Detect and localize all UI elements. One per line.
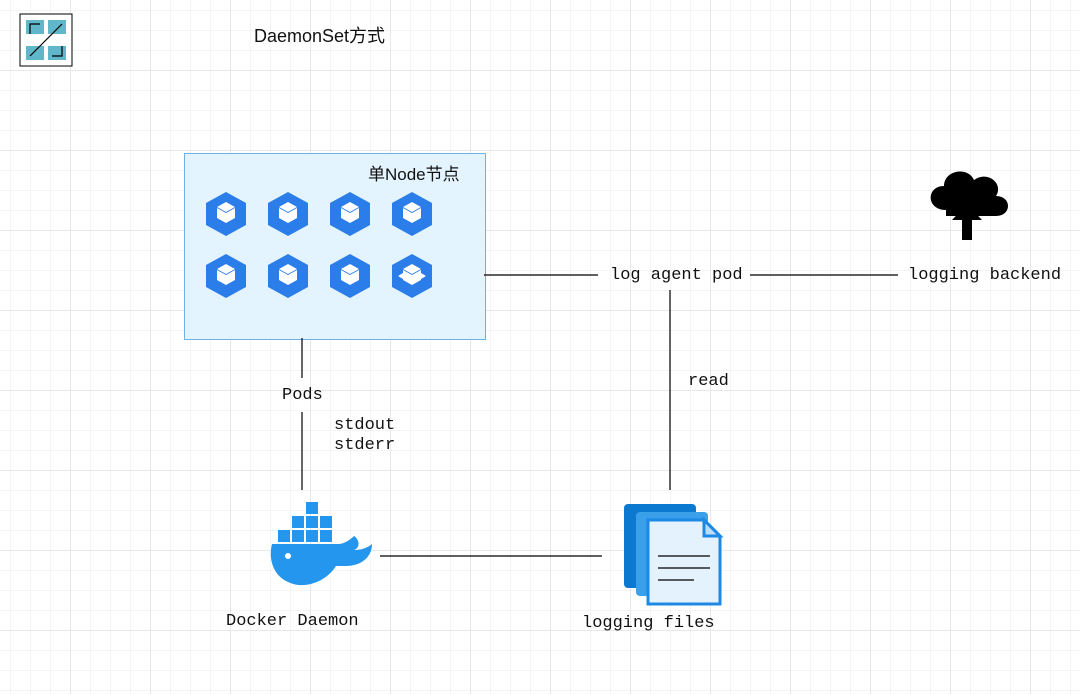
- arrows-layer: [0, 0, 1080, 694]
- logging-backend-label: logging backend: [908, 266, 1061, 285]
- read-label: read: [688, 372, 729, 391]
- logging-files-label: logging files: [582, 614, 715, 633]
- docker-daemon-label: Docker Daemon: [226, 612, 359, 631]
- log-agent-pod-label: log agent pod: [610, 266, 743, 285]
- node-box-label: 单Node节点: [368, 160, 460, 185]
- stdout-label: stdout: [334, 416, 395, 435]
- diagram-title: DaemonSet方式: [254, 22, 385, 48]
- pods-label: Pods: [282, 386, 323, 405]
- stderr-label: stderr: [334, 436, 395, 455]
